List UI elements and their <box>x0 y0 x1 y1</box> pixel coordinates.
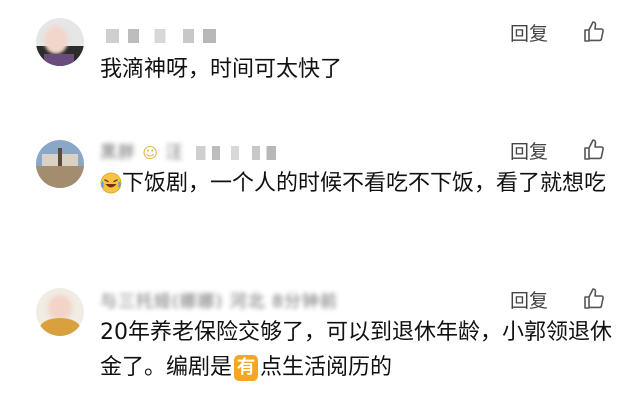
you-badge: 有 <box>234 355 259 381</box>
avatar[interactable] <box>36 288 84 336</box>
redacted-username <box>106 29 216 43</box>
thumbs-up-icon[interactable] <box>582 20 606 44</box>
comment-text: 20年养老保险交够了，可以到退休年龄，小郭领退休金了。编剧是有点生活阅历的 <box>100 320 612 381</box>
avatar[interactable] <box>36 140 84 188</box>
username[interactable]: 黑胖 ☺ 汪 <box>100 138 276 163</box>
username[interactable] <box>100 26 216 46</box>
comment-text: 下饭剧，一个人的时候不看吃不下饭，看了就想吃 <box>100 166 620 201</box>
emoji-icon: ☺ <box>142 144 160 162</box>
crying-laughing-emoji-icon <box>100 172 122 194</box>
reply-button[interactable]: 回复 <box>510 19 548 46</box>
thumbs-up-icon[interactable] <box>582 138 606 162</box>
thumbs-up-icon[interactable] <box>582 287 606 311</box>
comment-text: 我滴神呀，时间可太快了 <box>100 57 343 82</box>
redacted-username <box>195 146 276 160</box>
username[interactable]: 与三托娅(娜娜) 河北 8分钟前 <box>100 287 338 312</box>
avatar[interactable] <box>36 18 84 66</box>
reply-button[interactable]: 回复 <box>510 286 548 313</box>
reply-button[interactable]: 回复 <box>510 137 548 164</box>
